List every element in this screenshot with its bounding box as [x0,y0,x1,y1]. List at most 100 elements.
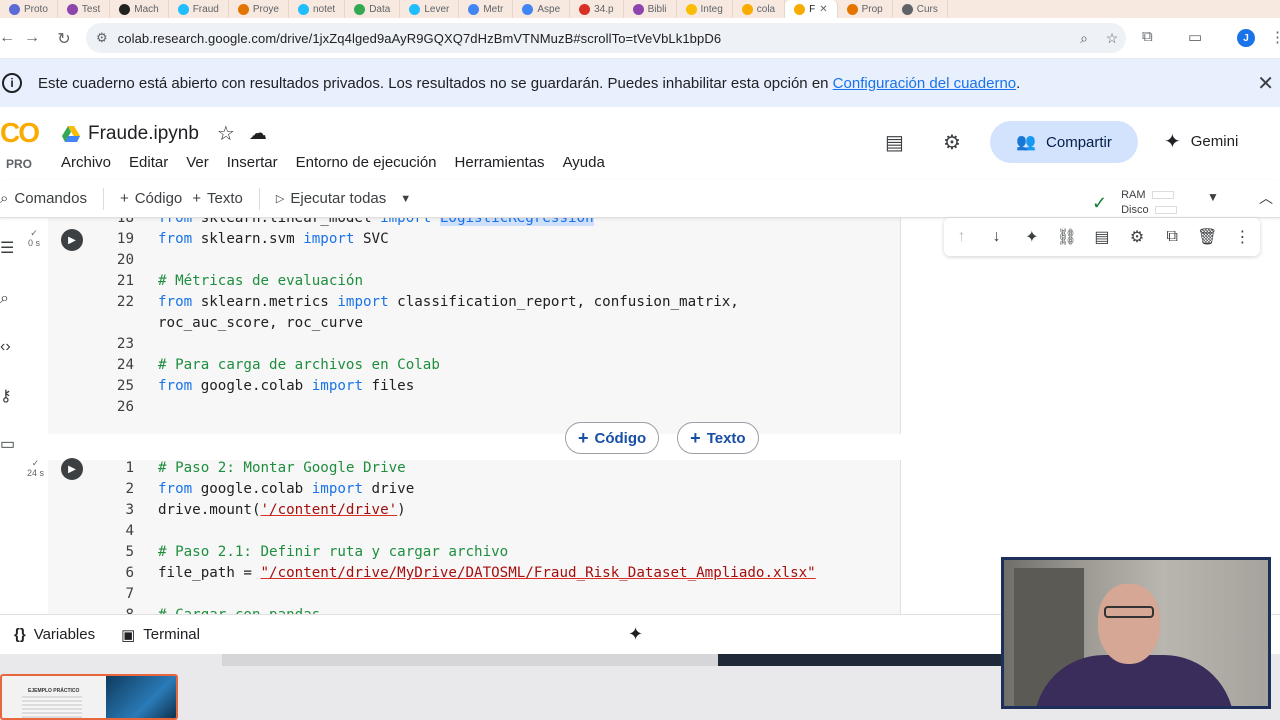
menu-item[interactable]: Archivo [61,154,111,171]
gemini-sparkle-icon[interactable]: ✦ [628,624,643,645]
find-replace-icon[interactable]: ⌕ [0,290,9,308]
browser-menu-icon[interactable]: ⋮ [1270,28,1280,46]
browser-tab[interactable]: Curs [893,0,948,18]
profile-avatar[interactable]: J [1237,29,1255,47]
settings-gear-icon[interactable]: ⚙ [943,130,961,155]
close-icon[interactable]: ✕ [1257,71,1274,96]
delete-icon[interactable]: 🗑 [1195,227,1219,247]
screen: Proto Test Mach Fraud Proye notet Data Lever Met… [0,0,1280,720]
variables-button[interactable]: {} Variables [0,626,107,643]
menu-item[interactable]: Editar [129,154,168,171]
browser-tab[interactable]: Metr [459,0,514,18]
commands-button[interactable]: ⌕ Comandos [0,190,97,207]
run-all-dropdown-icon[interactable]: ▼ [400,193,411,205]
browser-tab[interactable]: 34.p [570,0,624,18]
site-settings-icon[interactable]: ⚙ [96,30,108,46]
menu-item[interactable]: Ver [186,154,209,171]
star-icon[interactable]: ☆ [217,121,235,146]
run-all-button[interactable]: ▷ Ejecutar todas ▼ [266,190,421,207]
share-button[interactable]: 👥 Compartir [990,121,1138,163]
google-drive-icon[interactable] [62,125,80,142]
code-token: from [158,231,193,247]
code-line[interactable]: 18 from sklearn.linear_model import Logis… [48,218,594,231]
notebook-title[interactable]: Fraude.ipynb [88,123,199,145]
code-line[interactable]: 3 drive.mount('/content/drive') [48,502,405,523]
move-down-icon[interactable]: ↓ [985,228,1009,246]
zoom-icon[interactable]: ⌕ [1070,30,1098,47]
line-number: 3 [125,502,134,518]
link-icon[interactable]: ⛓ [1055,227,1079,247]
code-line[interactable]: 2 from google.colab import drive [48,481,414,502]
mirror-cell-icon[interactable]: ⧉ [1160,228,1184,246]
more-options-icon[interactable]: ⋮ [1230,227,1254,247]
menu-item[interactable]: Ayuda [563,154,605,171]
close-tab-icon[interactable]: ✕ [819,4,827,15]
add-text-cell-button[interactable]: + Texto [677,422,759,454]
code-line[interactable]: 25 from google.colab import files [48,378,414,399]
browser-tab[interactable]: Prop [838,0,893,18]
run-cell-button[interactable]: ▶ [61,458,83,480]
browser-tab[interactable]: notet [289,0,346,18]
code-line[interactable]: 7 [48,586,158,607]
menu-item[interactable]: Insertar [227,154,278,171]
browser-tab[interactable]: Lever [400,0,460,18]
tab-search-icon[interactable]: ▭ [1188,28,1202,46]
code-line[interactable]: 22 from sklearn.metrics import classifica… [48,294,739,315]
forward-icon[interactable]: → [17,29,47,47]
browser-tab[interactable]: Proto [0,0,58,18]
code-line[interactable]: 24 # Para carga de archivos en Colab [48,357,440,378]
browser-tab[interactable]: Aspe [513,0,571,18]
address-bar[interactable]: ⚙ colab.research.google.com/drive/1jxZq4… [86,23,1126,53]
browser-tab[interactable]: Bibli [624,0,677,18]
code-line[interactable]: 19 from sklearn.svm import SVC [48,231,389,252]
reload-icon[interactable]: ↻ [49,29,79,49]
browser-tab[interactable]: Fraud [169,0,229,18]
url-text[interactable]: colab.research.google.com/drive/1jxZq4lg… [118,31,1070,46]
cloud-save-icon[interactable]: ☁ [249,123,267,144]
code-line[interactable]: 26 [48,399,158,420]
comment-icon[interactable]: ▤ [1090,227,1114,247]
add-code-cell-button[interactable]: + Código [565,422,660,454]
add-text-button[interactable]: + Texto [192,190,253,207]
code-line[interactable]: 8# Cargar con pandas [48,607,320,614]
bookmark-star-icon[interactable]: ☆ [1098,30,1126,47]
browser-tab[interactable]: Test [58,0,111,18]
secrets-key-icon[interactable]: ⚷ [0,386,12,406]
browser-tab[interactable]: Data [345,0,401,18]
browser-tab[interactable]: Integ [677,0,733,18]
code-line[interactable]: 23 [48,336,158,357]
code-line[interactable]: roc_auc_score, roc_curve [48,315,363,336]
files-folder-icon[interactable]: ▭ [0,434,15,454]
table-of-contents-icon[interactable]: ☰ [0,238,14,258]
colab-logo[interactable]: CO PRO [0,119,44,172]
extensions-icon[interactable]: ⧉ [1142,28,1153,45]
menu-item[interactable]: Herramientas [455,154,545,171]
add-code-button[interactable]: + Código [110,190,192,207]
code-line[interactable]: 20 [48,252,158,273]
webcam-overlay [1001,557,1271,709]
runtime-dropdown-icon[interactable]: ▼ [1207,190,1219,204]
terminal-button[interactable]: ▣ Terminal [107,626,212,644]
code-token: sklearn.metrics [192,294,338,310]
run-cell-button[interactable]: ▶ [61,229,83,251]
browser-tab[interactable]: F ✕ [785,0,838,18]
menu-item[interactable]: Entorno de ejecución [296,154,437,171]
browser-tab[interactable]: cola [733,0,786,18]
cell-settings-icon[interactable]: ⚙ [1125,227,1149,247]
code-line[interactable]: 6 file_path = "/content/drive/MyDrive/DAT… [48,565,815,586]
notebook-settings-link[interactable]: Configuración del cuaderno [833,75,1016,92]
collapse-header-icon[interactable]: ︿ [1259,188,1273,208]
code-line[interactable]: 1 # Paso 2: Montar Google Drive [48,460,405,481]
browser-tab[interactable]: Proye [229,0,289,18]
code-line[interactable]: 5 # Paso 2.1: Definir ruta y cargar archi… [48,544,508,565]
code-line[interactable]: 4 [48,523,158,544]
gemini-sparkle-icon[interactable]: ✦ [1020,227,1044,247]
browser-tab[interactable]: Mach [110,0,169,18]
code-line[interactable]: 21 # Métricas de evaluación [48,273,363,294]
code-snippets-icon[interactable]: ‹› [0,338,11,356]
comments-icon[interactable]: ▤ [885,130,904,155]
slide-thumbnail[interactable]: EJEMPLO PRÁCTICO [0,674,178,720]
resources-indicator[interactable]: ✓ RAM Disco [1092,188,1177,218]
gemini-button[interactable]: ✦ Gemini [1164,129,1238,154]
move-up-icon[interactable]: ↑ [950,228,974,246]
